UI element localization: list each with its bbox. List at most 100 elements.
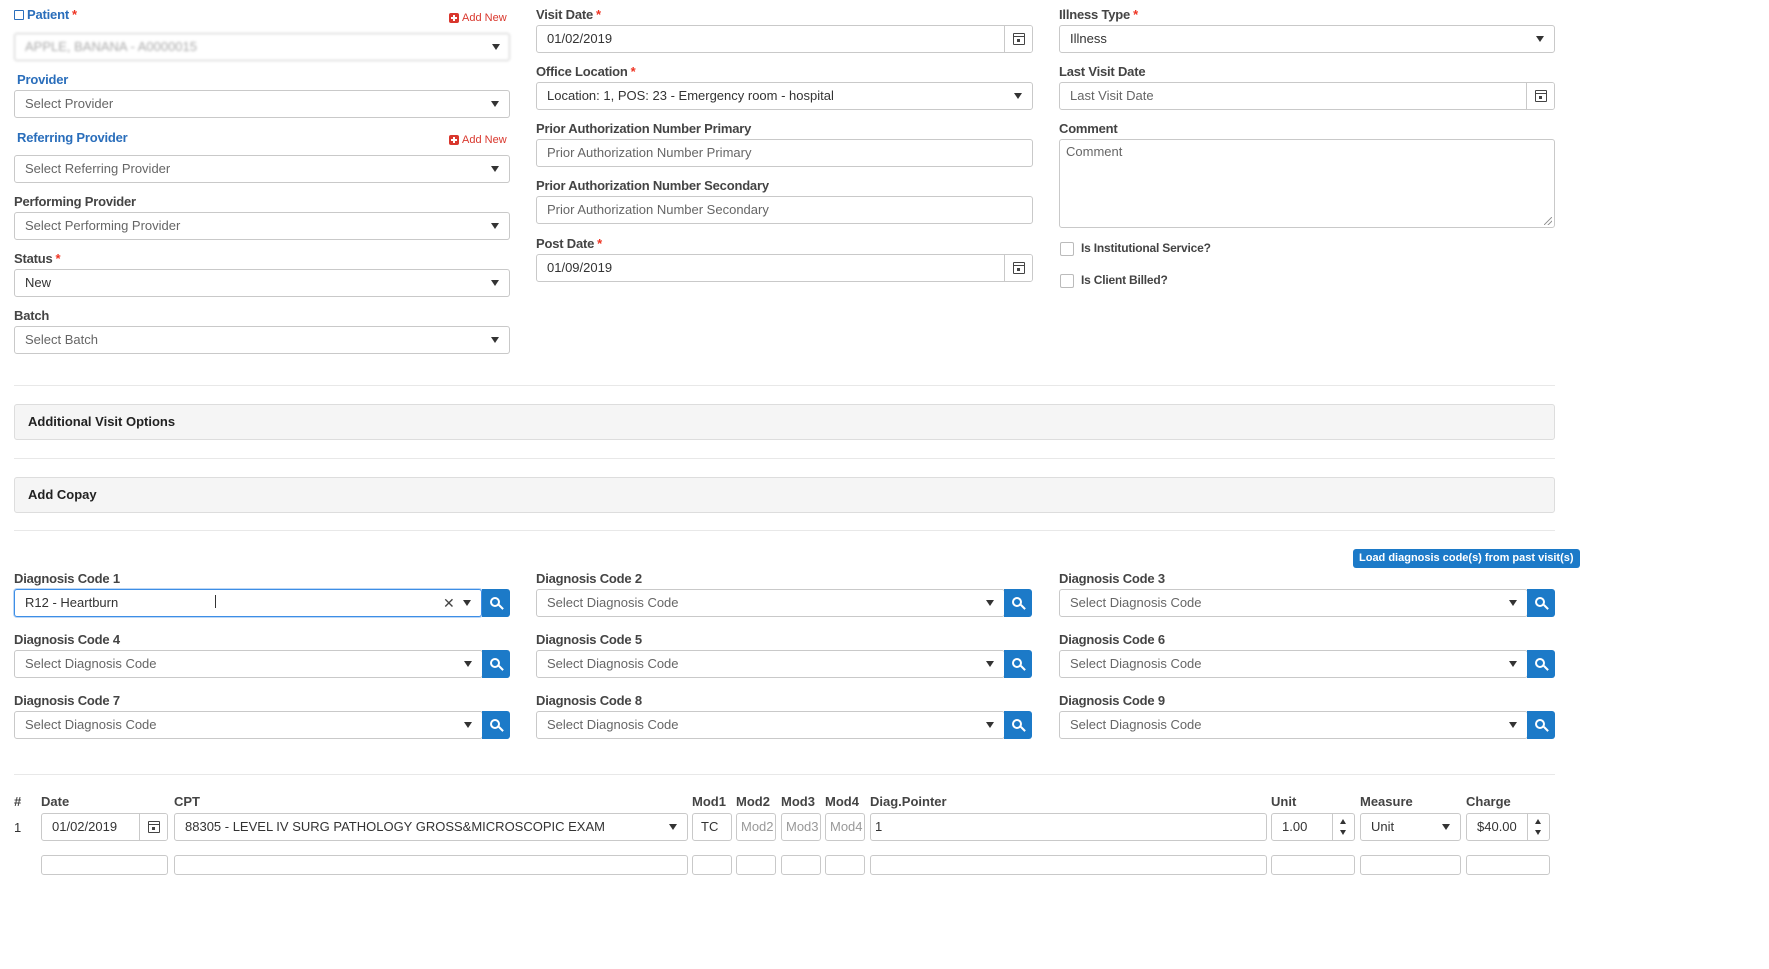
client-billed-label[interactable]: Is Client Billed? bbox=[1081, 273, 1168, 287]
procedure-charge-input[interactable]: $40.00 bbox=[1466, 813, 1550, 841]
performing-provider-select[interactable]: Select Performing Provider bbox=[14, 212, 510, 240]
clear-icon[interactable]: ✕ bbox=[443, 590, 455, 616]
search-icon bbox=[1535, 597, 1545, 607]
procedure-mod3-input[interactable]: Mod3 bbox=[781, 813, 821, 841]
patient-label[interactable]: Patient * bbox=[14, 7, 77, 22]
procedure-date-input-row2[interactable] bbox=[41, 855, 168, 875]
caret-down-icon bbox=[491, 337, 499, 343]
procedure-date-input[interactable]: 01/02/2019 bbox=[41, 813, 168, 841]
resize-grip-icon[interactable] bbox=[1544, 217, 1552, 225]
referring-provider-add-new-link[interactable]: Add New bbox=[449, 134, 507, 146]
col-header-mod2: Mod2 bbox=[736, 794, 770, 809]
diagnosis-code-5-search-button[interactable] bbox=[1004, 650, 1032, 678]
patient-select[interactable]: APPLE, BANANA - A0000015 bbox=[14, 33, 510, 61]
performing-provider-label: Performing Provider bbox=[14, 194, 136, 209]
provider-select[interactable]: Select Provider bbox=[14, 90, 510, 118]
col-header-unit: Unit bbox=[1271, 794, 1297, 809]
diagnosis-code-8-select[interactable]: Select Diagnosis Code bbox=[536, 711, 1005, 739]
diagnosis-code-6-select[interactable]: Select Diagnosis Code bbox=[1059, 650, 1528, 678]
search-icon bbox=[490, 658, 500, 668]
client-billed-checkbox[interactable] bbox=[1060, 274, 1074, 288]
caret-down-icon bbox=[986, 600, 994, 606]
search-icon bbox=[1012, 658, 1022, 668]
calendar-icon[interactable] bbox=[1526, 83, 1554, 109]
diagnosis-code-1-select[interactable]: R12 - Heartburn ✕ bbox=[14, 589, 482, 617]
procedure-mod2-input-row2[interactable] bbox=[736, 855, 776, 875]
procedure-cpt-select[interactable]: 88305 - LEVEL IV SURG PATHOLOGY GROSS&MI… bbox=[174, 813, 688, 841]
procedure-mod3-input-row2[interactable] bbox=[781, 855, 821, 875]
procedure-diag-pointer-input-row2[interactable] bbox=[870, 855, 1267, 875]
diagnosis-code-2-search-button[interactable] bbox=[1004, 589, 1032, 617]
prior-auth-primary-input[interactable]: Prior Authorization Number Primary bbox=[536, 139, 1033, 167]
add-copay-panel[interactable]: Add Copay bbox=[14, 477, 1555, 513]
procedure-mod4-input[interactable]: Mod4 bbox=[825, 813, 865, 841]
calendar-icon[interactable] bbox=[1004, 255, 1032, 281]
diagnosis-code-2-select[interactable]: Select Diagnosis Code bbox=[536, 589, 1005, 617]
procedure-mod2-input[interactable]: Mod2 bbox=[736, 813, 776, 841]
diagnosis-code-9-search-button[interactable] bbox=[1527, 711, 1555, 739]
procedure-mod1-input[interactable]: TC bbox=[692, 813, 732, 841]
caret-down-icon bbox=[492, 44, 500, 50]
diagnosis-code-4-select[interactable]: Select Diagnosis Code bbox=[14, 650, 483, 678]
post-date-input[interactable]: 01/09/2019 bbox=[536, 254, 1033, 282]
last-visit-date-input[interactable]: Last Visit Date bbox=[1059, 82, 1555, 110]
diagnosis-code-1-search-button[interactable] bbox=[482, 589, 510, 617]
institutional-service-checkbox[interactable] bbox=[1060, 242, 1074, 256]
diagnosis-code-3-select[interactable]: Select Diagnosis Code bbox=[1059, 589, 1528, 617]
caret-down-icon bbox=[1014, 93, 1022, 99]
caret-down-icon bbox=[464, 722, 472, 728]
diagnosis-code-7-label: Diagnosis Code 7 bbox=[14, 693, 120, 708]
additional-visit-options-panel[interactable]: Additional Visit Options bbox=[14, 404, 1555, 440]
plus-square-icon bbox=[449, 13, 459, 23]
provider-label[interactable]: Provider bbox=[17, 72, 68, 87]
caret-down-icon bbox=[491, 280, 499, 286]
text-cursor bbox=[215, 595, 216, 608]
status-label: Status * bbox=[14, 251, 61, 266]
load-diagnosis-codes-button[interactable]: Load diagnosis code(s) from past visit(s… bbox=[1353, 549, 1580, 568]
calendar-icon[interactable] bbox=[1004, 26, 1032, 52]
batch-select[interactable]: Select Batch bbox=[14, 326, 510, 354]
procedure-unit-input[interactable]: 1.00 bbox=[1271, 813, 1355, 841]
procedure-measure-select[interactable]: Unit bbox=[1360, 813, 1461, 841]
procedure-charge-input-row2[interactable] bbox=[1466, 855, 1550, 875]
procedure-diag-pointer-input[interactable]: 1 bbox=[870, 813, 1267, 841]
diagnosis-code-9-label: Diagnosis Code 9 bbox=[1059, 693, 1165, 708]
diagnosis-code-5-label: Diagnosis Code 5 bbox=[536, 632, 642, 647]
referring-provider-select[interactable]: Select Referring Provider bbox=[14, 155, 510, 183]
diagnosis-code-3-search-button[interactable] bbox=[1527, 589, 1555, 617]
diagnosis-code-5-select[interactable]: Select Diagnosis Code bbox=[536, 650, 1005, 678]
caret-down-icon bbox=[1509, 722, 1517, 728]
calendar-icon[interactable] bbox=[139, 814, 167, 840]
status-select[interactable]: New bbox=[14, 269, 510, 297]
diagnosis-code-9-select[interactable]: Select Diagnosis Code bbox=[1059, 711, 1528, 739]
diagnosis-code-8-search-button[interactable] bbox=[1004, 711, 1032, 739]
institutional-service-label[interactable]: Is Institutional Service? bbox=[1081, 241, 1211, 255]
diagnosis-code-4-search-button[interactable] bbox=[482, 650, 510, 678]
diagnosis-code-7-select[interactable]: Select Diagnosis Code bbox=[14, 711, 483, 739]
patient-add-new-link[interactable]: Add New bbox=[449, 12, 507, 24]
diagnosis-code-7-search-button[interactable] bbox=[482, 711, 510, 739]
diagnosis-code-6-search-button[interactable] bbox=[1527, 650, 1555, 678]
external-link-icon[interactable] bbox=[14, 10, 24, 20]
plus-square-icon bbox=[449, 135, 459, 145]
caret-down-icon bbox=[491, 223, 499, 229]
procedure-mod4-input-row2[interactable] bbox=[825, 855, 865, 875]
spinner-arrows-icon[interactable] bbox=[1332, 814, 1354, 840]
caret-down-icon bbox=[1509, 600, 1517, 606]
procedure-cpt-select-row2[interactable] bbox=[174, 855, 688, 875]
batch-label: Batch bbox=[14, 308, 50, 323]
spinner-arrows-icon[interactable] bbox=[1527, 814, 1549, 840]
procedure-mod1-input-row2[interactable] bbox=[692, 855, 732, 875]
office-location-select[interactable]: Location: 1, POS: 23 - Emergency room - … bbox=[536, 82, 1033, 110]
caret-down-icon bbox=[986, 661, 994, 667]
visit-date-input[interactable]: 01/02/2019 bbox=[536, 25, 1033, 53]
referring-provider-label[interactable]: Referring Provider bbox=[17, 130, 128, 145]
diagnosis-code-2-label: Diagnosis Code 2 bbox=[536, 571, 642, 586]
procedure-measure-select-row2[interactable] bbox=[1360, 855, 1461, 875]
col-header-measure: Measure bbox=[1360, 794, 1413, 809]
procedure-unit-input-row2[interactable] bbox=[1271, 855, 1355, 875]
prior-auth-secondary-input[interactable]: Prior Authorization Number Secondary bbox=[536, 196, 1033, 224]
comment-textarea[interactable]: Comment bbox=[1059, 139, 1555, 228]
illness-type-select[interactable]: Illness bbox=[1059, 25, 1555, 53]
caret-down-icon bbox=[1509, 661, 1517, 667]
